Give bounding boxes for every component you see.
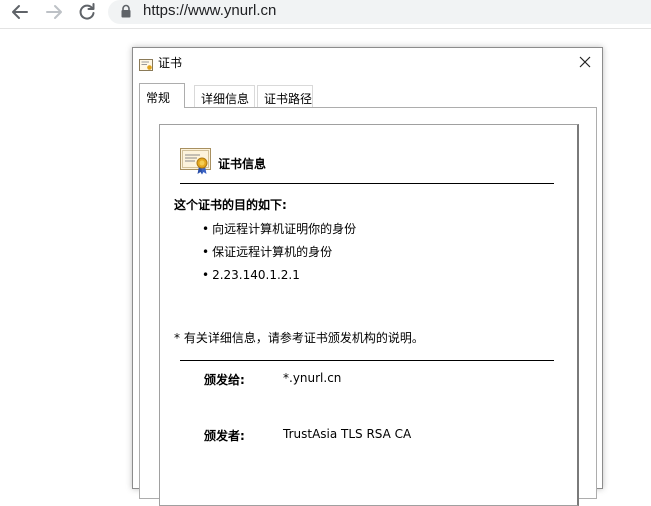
purpose-item: 向远程计算机证明你的身份 bbox=[202, 221, 356, 244]
forward-button[interactable] bbox=[42, 1, 66, 23]
certificate-dialog: 证书 常规 详细信息 证书路径 证书信息 这个证书的目的如下: • 向远程计算机… bbox=[132, 47, 603, 506]
certificate-small-icon bbox=[139, 56, 153, 75]
issued-to-label: 颁发给: bbox=[204, 373, 245, 387]
back-arrow-icon bbox=[12, 5, 28, 19]
certificate-info-box: 证书信息 这个证书的目的如下: 向远程计算机证明你的身份 保证远程计算机的身份 … bbox=[159, 124, 579, 506]
purpose-item: 2.23.140.1.2.1 bbox=[202, 267, 356, 290]
issuer-statement-note: * 有关详细信息，请参考证书颁发机构的说明。 bbox=[174, 331, 424, 345]
issued-by-label: 颁发者: bbox=[204, 429, 245, 443]
tab-certification-path[interactable]: 证书路径 bbox=[257, 85, 313, 107]
tab-general[interactable]: 常规 bbox=[139, 83, 185, 108]
reload-button[interactable] bbox=[75, 1, 99, 23]
reload-icon bbox=[79, 3, 95, 20]
address-bar[interactable]: https://www.ynurl.cn bbox=[108, 0, 651, 24]
forward-arrow-icon bbox=[46, 5, 62, 19]
tab-details[interactable]: 详细信息 bbox=[194, 85, 255, 107]
back-button[interactable] bbox=[8, 1, 32, 23]
tab-panel-general: 证书信息 这个证书的目的如下: 向远程计算机证明你的身份 保证远程计算机的身份 … bbox=[139, 107, 597, 506]
dialog-title: 证书 bbox=[158, 56, 183, 70]
divider bbox=[180, 183, 554, 184]
certificate-info-heading: 证书信息 bbox=[218, 157, 267, 171]
purpose-item: 保证远程计算机的身份 bbox=[202, 244, 356, 267]
dialog-titlebar[interactable]: 证书 bbox=[133, 48, 602, 76]
lock-icon[interactable] bbox=[120, 4, 132, 23]
purpose-heading: 这个证书的目的如下: bbox=[174, 198, 287, 212]
close-icon bbox=[579, 56, 591, 68]
url-text[interactable]: https://www.ynurl.cn bbox=[143, 2, 276, 19]
certificate-icon bbox=[180, 147, 212, 179]
issued-by-value: TrustAsia TLS RSA CA bbox=[283, 427, 412, 441]
issued-to-value: *.ynurl.cn bbox=[283, 371, 342, 385]
close-button[interactable] bbox=[574, 52, 596, 72]
browser-toolbar: https://www.ynurl.cn bbox=[0, 0, 651, 29]
purpose-list: 向远程计算机证明你的身份 保证远程计算机的身份 2.23.140.1.2.1 bbox=[202, 221, 356, 290]
divider bbox=[180, 360, 554, 361]
